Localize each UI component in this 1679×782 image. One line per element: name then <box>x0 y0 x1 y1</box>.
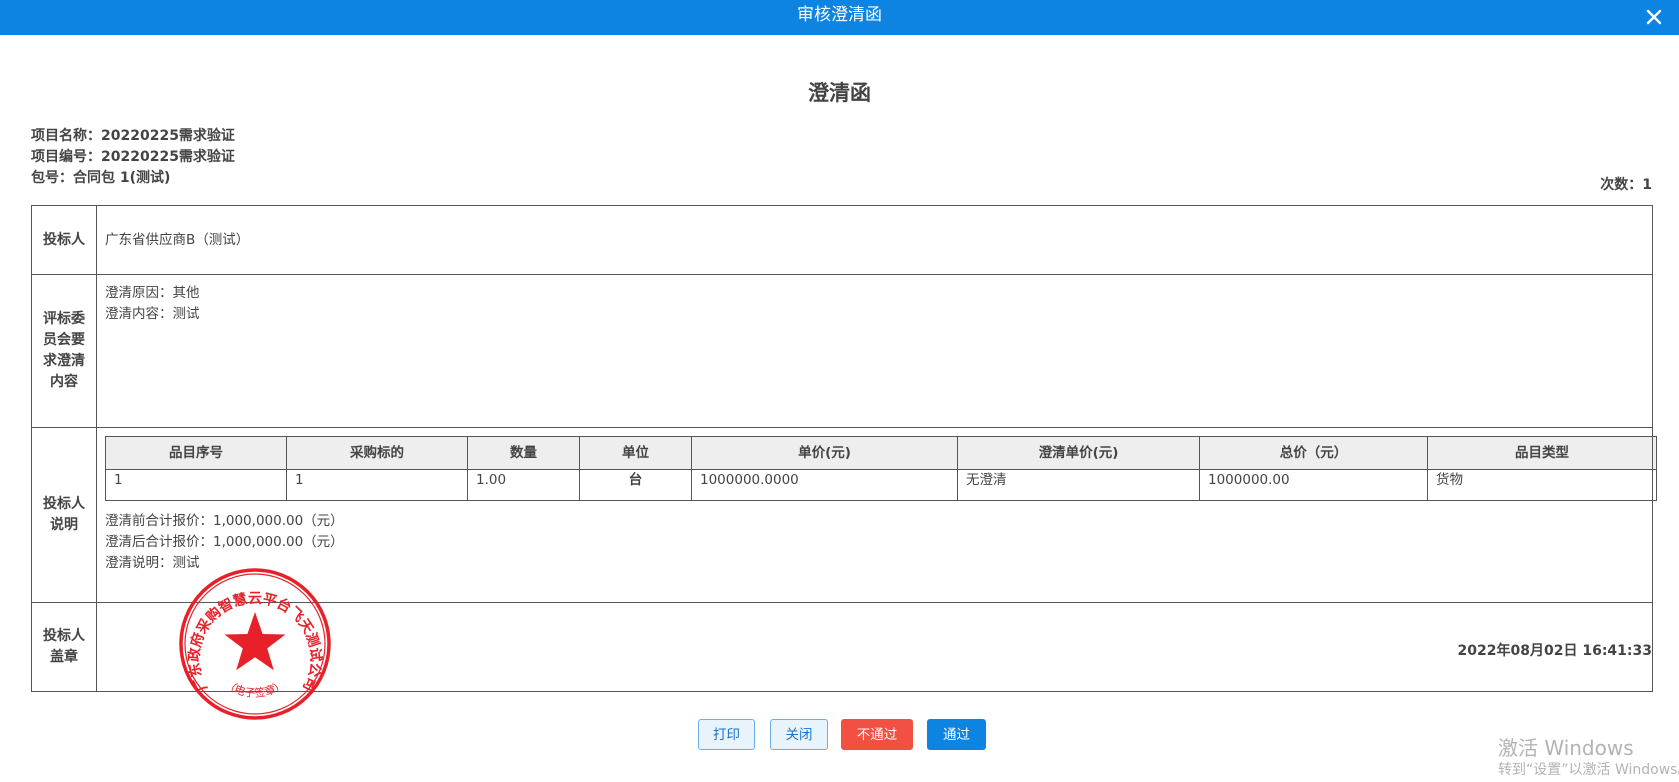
items-header-row: 品目序号 采购标的 数量 单位 单价(元) 澄清单价(元) 总价（元） 品目类型 <box>105 436 1657 470</box>
dialog-titlebar: 审核澄清函 <box>0 0 1679 35</box>
clarification-count: 次数：1 <box>1600 177 1652 193</box>
project-number: 项目编号：20220225需求验证 <box>31 149 235 165</box>
watermark-line1: 激活 Windows <box>1498 736 1634 760</box>
close-icon[interactable] <box>1646 9 1662 25</box>
column-header: 数量 <box>467 436 580 470</box>
item-type: 货物 <box>1427 469 1657 501</box>
column-header: 品目序号 <box>105 436 287 470</box>
windows-activation-watermark: 激活 Windows 转到“设置”以激活 Windows。 <box>1498 736 1679 780</box>
column-header: 单价(元) <box>691 436 958 470</box>
column-header: 澄清单价(元) <box>957 436 1200 470</box>
item-quantity: 1.00 <box>467 469 580 501</box>
column-header: 单位 <box>579 436 692 470</box>
print-button[interactable]: 打印 <box>698 719 755 750</box>
document-timestamp: 2022年08月02日 16:41:33 <box>1457 643 1652 659</box>
bidder-row: 投标人 广东省供应商B（测试） <box>31 205 1653 275</box>
item-unit: 台 <box>579 469 692 501</box>
watermark-line2: 转到“设置”以激活 Windows。 <box>1498 762 1679 778</box>
item-total: 1000000.00 <box>1199 469 1428 501</box>
clarification-reason: 澄清原因：其他 <box>105 285 200 301</box>
committee-row: 评标委员会要求澄清内容 澄清原因：其他 澄清内容：测试 <box>31 274 1653 428</box>
dialog-title: 审核澄清函 <box>797 5 882 25</box>
package-number: 包号：合同包 1(测试) <box>31 170 171 186</box>
document-title: 澄清函 <box>808 81 871 105</box>
item-price: 1000000.0000 <box>691 469 958 501</box>
seal-stamp-icon: 广东政府采购智慧云平台飞天测试公司 （电子签章） <box>179 568 331 720</box>
bidder-explain-label: 投标人说明 <box>31 427 97 603</box>
clarification-content: 澄清内容：测试 <box>105 306 200 322</box>
column-header: 采购标的 <box>286 436 468 470</box>
items-table: 品目序号 采购标的 数量 单位 单价(元) 澄清单价(元) 总价（元） 品目类型… <box>105 436 1657 501</box>
clarification-note: 澄清说明：测试 <box>105 555 200 571</box>
close-dialog-button[interactable]: 关闭 <box>770 719 828 750</box>
committee-content: 澄清原因：其他 澄清内容：测试 <box>96 274 1653 428</box>
item-subject: 1 <box>286 469 468 501</box>
seal-subtext: （电子签章） <box>223 678 288 700</box>
bidder-label: 投标人 <box>31 205 97 275</box>
before-total: 澄清前合计报价：1,000,000.00（元） <box>105 513 344 529</box>
item-seq: 1 <box>105 469 287 501</box>
project-name: 项目名称：20220225需求验证 <box>31 128 235 144</box>
column-header: 品目类型 <box>1427 436 1657 470</box>
table-row: 1 1 1.00 台 1000000.0000 无澄清 1000000.00 货… <box>105 469 1657 501</box>
seal-label: 投标人盖章 <box>31 602 97 692</box>
committee-label: 评标委员会要求澄清内容 <box>31 274 97 428</box>
after-total: 澄清后合计报价：1,000,000.00（元） <box>105 534 344 550</box>
approve-button[interactable]: 通过 <box>927 719 986 750</box>
item-clarified-price: 无澄清 <box>957 469 1200 501</box>
bidder-value: 广东省供应商B（测试） <box>96 205 1653 275</box>
reject-button[interactable]: 不通过 <box>841 719 913 750</box>
action-bar: 打印 关闭 不通过 通过 <box>0 719 1679 753</box>
column-header: 总价（元） <box>1199 436 1428 470</box>
close-button[interactable] <box>1641 4 1667 30</box>
